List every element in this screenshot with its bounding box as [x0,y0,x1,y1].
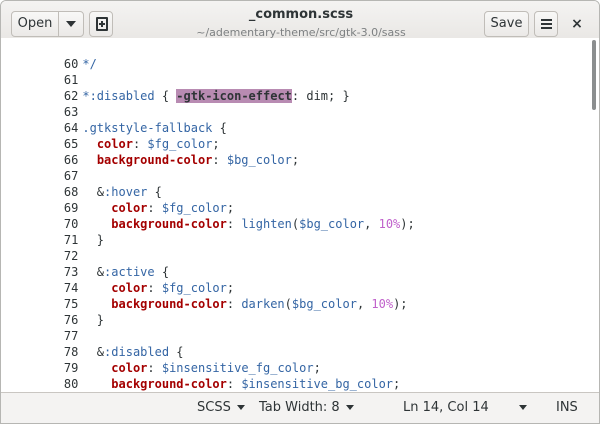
menu-button[interactable] [534,11,558,37]
cursor-position-label: Ln 14, Col 14 [403,400,489,415]
code-line: 64 .gtkstyle-fallback { [1,104,599,135]
code-editor[interactable]: 60 */ 61 62 *:disabled { -gtk-icon-effect:… [1,38,599,392]
position-menu-button[interactable] [513,399,527,417]
save-button[interactable]: Save [484,11,529,37]
cursor-position-selector[interactable]: Ln 14, Col 14 [403,399,489,417]
vertical-scrollbar[interactable] [592,40,596,110]
insert-mode-indicator[interactable]: INS [556,399,578,417]
chevron-down-icon [236,405,245,410]
language-label: SCSS [197,400,231,415]
new-document-button[interactable] [89,11,113,37]
code-line: 75 background-color: darken($bg_color, 1… [1,280,599,311]
code-line: 67 [1,152,599,183]
code-line: 77 [1,312,599,343]
code-line: 61 [1,56,599,87]
chevron-down-icon [345,405,354,410]
status-bar: SCSS Tab Width: 8 Ln 14, Col 14 INS [1,392,599,423]
code-line: 66 background-color: $bg_color; [1,136,599,167]
code-line: 74 color: $fg_color; [1,264,599,295]
chevron-down-icon [519,405,527,410]
open-menu-button[interactable] [58,11,84,37]
open-button-group: Open [11,11,84,37]
tab-width-label: Tab Width: 8 [259,400,340,415]
window-title: _common.scss [248,7,354,22]
insert-mode-label: INS [556,400,578,415]
code-line: 70 background-color: lighten($bg_color, … [1,200,599,231]
hamburger-menu-icon [541,19,552,29]
code-line: 62 *:disabled { -gtk-icon-effect: dim; } [1,72,599,103]
code-line: 78 &:disabled { [1,328,599,359]
code-line: 79 color: $insensitive_fg_color; [1,344,599,375]
code-line: 80 background-color: $insensitive_bg_col… [1,360,599,391]
open-button[interactable]: Open [11,11,59,37]
code-line: 68 &:hover { [1,168,599,199]
editor-window: Open _common.scss ~/adementary-theme/src… [0,0,600,424]
code-line: 63 [1,88,599,119]
code-line: 65 color: $fg_color; [1,120,599,151]
code-line: 81 } [1,376,599,392]
tab-width-selector[interactable]: Tab Width: 8 [259,399,354,417]
chevron-down-icon [66,20,76,27]
code-line: 76 } [1,296,599,327]
close-button[interactable]: × [567,14,587,34]
code-line: 73 &:active { [1,248,599,279]
close-icon: × [571,16,583,32]
new-document-icon [96,17,108,31]
code-line: 60 */ [1,40,599,71]
code-line: 72 [1,232,599,263]
code-line: 69 color: $fg_color; [1,184,599,215]
code-line: 71 } [1,216,599,247]
language-selector[interactable]: SCSS [197,399,245,417]
